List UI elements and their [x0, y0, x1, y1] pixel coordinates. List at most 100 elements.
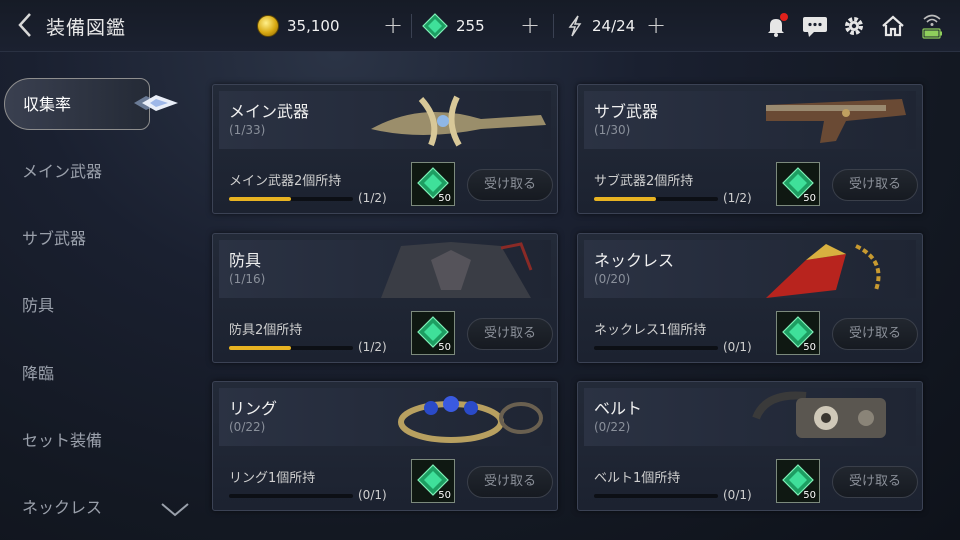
- progress-fill: [229, 346, 291, 350]
- card-count: (0/22): [594, 420, 631, 434]
- gear-icon[interactable]: [840, 12, 868, 40]
- bell-icon[interactable]: [762, 12, 790, 40]
- task-label: リング1個所持: [229, 471, 316, 486]
- stamina-amount: 24/24: [592, 17, 636, 35]
- sidebar-item-armor[interactable]: 防具: [0, 280, 150, 332]
- collection-card-necklace: ネックレス (0/20) ネックレス1個所持 (0/1) 50 受け取る: [577, 233, 923, 363]
- progress-text: (0/1): [358, 488, 387, 502]
- progress-bar: [229, 494, 353, 498]
- reward-quantity: 50: [803, 490, 816, 501]
- card-header: ネックレス (0/20): [584, 240, 916, 298]
- category-sidebar: 収集率 メイン武器 サブ武器 防具 降臨 セット装備 ネックレス: [0, 62, 200, 540]
- claim-button[interactable]: 受け取る: [467, 169, 553, 201]
- sidebar-item-necklace[interactable]: ネックレス: [0, 482, 150, 534]
- chat-icon[interactable]: [801, 12, 829, 40]
- card-count: (1/16): [229, 272, 266, 286]
- top-icon-group: [762, 10, 946, 42]
- card-title: メイン武器: [229, 102, 310, 121]
- stamina-icon: [568, 15, 582, 37]
- gun-art-icon: [766, 99, 906, 143]
- green-gem-icon: [422, 13, 448, 39]
- progress-fill: [229, 197, 291, 201]
- progress-text: (1/2): [723, 191, 752, 205]
- page-title: 装備図鑑: [46, 17, 127, 39]
- claim-button[interactable]: 受け取る: [467, 318, 553, 350]
- sidebar-item-advent[interactable]: 降臨: [0, 348, 150, 400]
- progress-bar: [594, 346, 718, 350]
- card-title: ネックレス: [594, 251, 675, 270]
- gold-amount: 35,100: [287, 17, 340, 35]
- claim-button[interactable]: 受け取る: [832, 466, 918, 498]
- reward-quantity: 50: [438, 342, 451, 353]
- progress-bar: [594, 197, 718, 201]
- claim-button[interactable]: 受け取る: [467, 466, 553, 498]
- sidebar-item-set-equipment[interactable]: セット装備: [0, 415, 150, 467]
- gem-amount: 255: [456, 17, 485, 35]
- armor-art-icon: [381, 242, 533, 298]
- card-header: メイン武器 (1/33): [219, 91, 551, 149]
- sidebar-item-main-weapon[interactable]: メイン武器: [0, 146, 150, 198]
- card-header: ベルト (0/22): [584, 388, 916, 446]
- notification-dot: [780, 13, 788, 21]
- sword-art-icon: [371, 95, 546, 147]
- sidebar-item-collection-rate[interactable]: 収集率: [4, 78, 150, 130]
- stamina-resource: 24/24 +: [566, 11, 666, 40]
- gem-resource: 255 +: [422, 11, 540, 40]
- reward-quantity: 50: [438, 193, 451, 204]
- card-header: リング (0/22): [219, 388, 551, 446]
- collection-card-sub-weapon: サブ武器 (1/30) サブ武器2個所持 (1/2) 50 受け取る: [577, 84, 923, 214]
- add-gold-button[interactable]: +: [383, 11, 403, 39]
- divider: [553, 14, 554, 38]
- home-icon[interactable]: [879, 12, 907, 40]
- gold-resource: 35,100 +: [257, 11, 403, 40]
- card-count: (0/22): [229, 420, 266, 434]
- reward-quantity: 50: [803, 193, 816, 204]
- back-arrow-icon[interactable]: [14, 11, 38, 39]
- reward-item[interactable]: 50: [411, 459, 455, 503]
- card-title: ベルト: [594, 399, 643, 418]
- task-label: ネックレス1個所持: [594, 323, 707, 338]
- top-bar: 装備図鑑 35,100 + 255 + 24/24 +: [0, 0, 960, 52]
- collection-card-belt: ベルト (0/22) ベルト1個所持 (0/1) 50 受け取る: [577, 381, 923, 511]
- card-count: (0/20): [594, 272, 631, 286]
- reward-item[interactable]: 50: [776, 459, 820, 503]
- ring-art-icon: [398, 396, 543, 443]
- wifi-battery-icon: [918, 12, 946, 40]
- collection-card-armor: 防具 (1/16) 防具2個所持 (1/2) 50 受け取る: [212, 233, 558, 363]
- reward-item[interactable]: 50: [411, 311, 455, 355]
- chevron-down-icon[interactable]: [160, 500, 190, 518]
- card-title: リング: [229, 399, 278, 418]
- card-header: 防具 (1/16): [219, 240, 551, 298]
- necklace-art-icon: [766, 244, 881, 298]
- progress-bar: [594, 494, 718, 498]
- add-gem-button[interactable]: +: [520, 11, 540, 39]
- progress-text: (1/2): [358, 191, 387, 205]
- card-title: 防具: [229, 251, 262, 270]
- gold-coin-icon: [257, 15, 279, 37]
- progress-text: (1/2): [358, 340, 387, 354]
- task-label: メイン武器2個所持: [229, 174, 342, 189]
- collection-card-ring: リング (0/22) リング1個所持 (0/1) 50 受け取る: [212, 381, 558, 511]
- progress-bar: [229, 197, 353, 201]
- task-label: ベルト1個所持: [594, 471, 681, 486]
- card-count: (1/30): [594, 123, 631, 137]
- progress-bar: [229, 346, 353, 350]
- task-label: サブ武器2個所持: [594, 174, 694, 189]
- sidebar-item-sub-weapon[interactable]: サブ武器: [0, 213, 150, 265]
- claim-button[interactable]: 受け取る: [832, 169, 918, 201]
- progress-fill: [594, 197, 656, 201]
- task-label: 防具2個所持: [229, 323, 303, 338]
- reward-item[interactable]: 50: [411, 162, 455, 206]
- belt-art-icon: [752, 391, 886, 438]
- progress-text: (0/1): [723, 488, 752, 502]
- card-count: (1/33): [229, 123, 266, 137]
- divider: [411, 14, 412, 38]
- reward-item[interactable]: 50: [776, 311, 820, 355]
- reward-quantity: 50: [438, 490, 451, 501]
- card-title: サブ武器: [594, 102, 659, 121]
- claim-button[interactable]: 受け取る: [832, 318, 918, 350]
- add-stamina-button[interactable]: +: [646, 11, 666, 39]
- collection-card-main-weapon: メイン武器 (1/33) メイン武器2個所持 (1/2) 50 受け取る: [212, 84, 558, 214]
- progress-text: (0/1): [723, 340, 752, 354]
- reward-item[interactable]: 50: [776, 162, 820, 206]
